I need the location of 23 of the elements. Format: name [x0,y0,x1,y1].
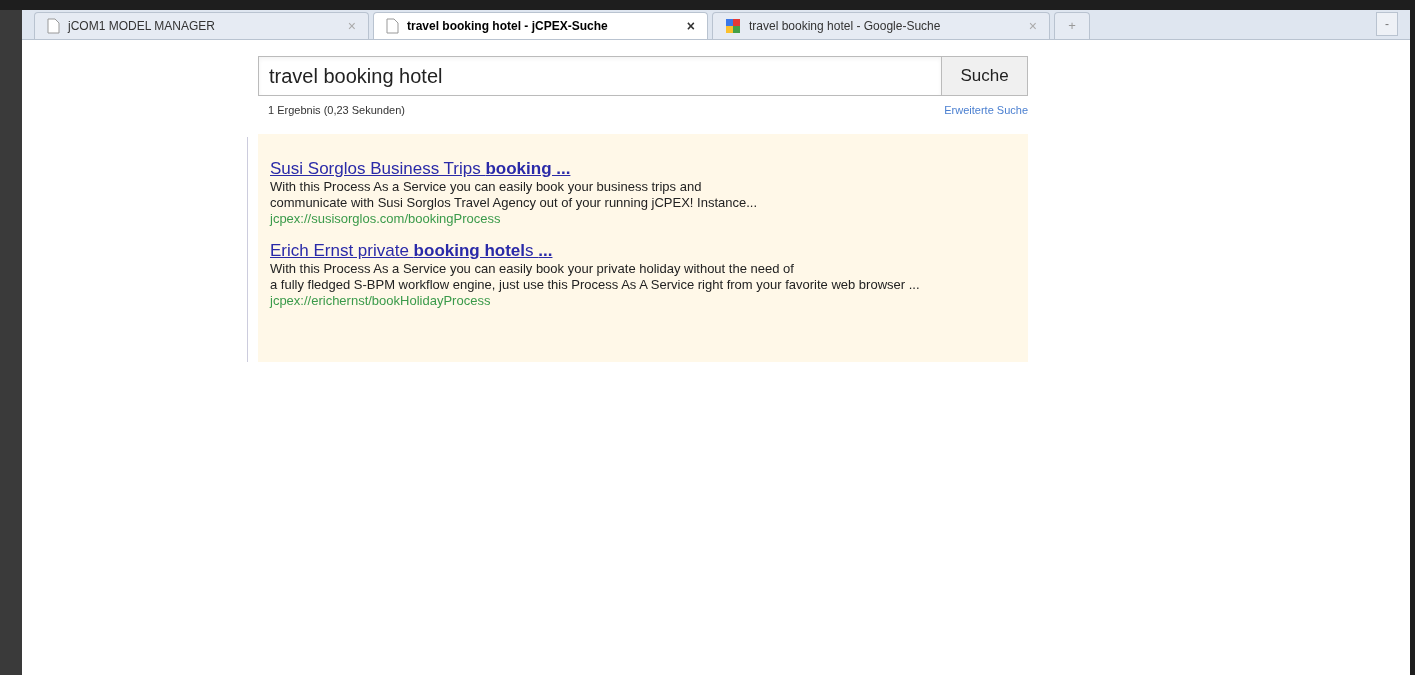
page-icon [47,18,60,34]
result-url: jcpex://erichernst/bookHolidayProcess [270,292,491,309]
result-description: With this Process As a Service you can easily book your private holiday without the need of [270,260,794,277]
result-title-link[interactable]: Susi Sorglos Business Trips booking ... [270,158,571,179]
tab-title: travel booking hotel - Google-Suche [749,18,942,35]
result-stats: 1 Ergebnis (0,23 Sekunden) [268,103,405,118]
advanced-search-link[interactable]: Erweiterte Suche [944,102,1028,119]
page-icon [386,18,399,34]
colorful-squares-icon [725,18,741,34]
browser-tab[interactable]: travel booking hotel - Google-Suche × [712,12,1050,39]
result-title-link[interactable]: Erich Ernst private booking hotels ... [270,240,553,261]
tab-title: jCOM1 MODEL MANAGER [68,18,216,35]
close-icon[interactable]: × [686,15,695,37]
result-url: jcpex://susisorglos.com/bookingProcess [270,210,501,227]
minimize-button[interactable]: - [1376,12,1398,36]
browser-tab[interactable]: travel booking hotel - jCPEX-Suche × [373,12,708,39]
result-description: a fully fledged S-BPM workflow engine, just use this Process As A Service right from your favorite web browser ... [270,276,920,293]
tab-title: travel booking hotel - jCPEX-Suche [407,18,609,35]
browser-tab[interactable]: jCOM1 MODEL MANAGER × [34,12,369,39]
result-description: With this Process As a Service you can easily book your business trips and [270,178,702,195]
search-button[interactable]: Suche [942,56,1028,96]
result-description: communicate with Susi Sorglos Travel Agency out of your running jCPEX! Instance... [270,194,758,211]
search-field[interactable]: travel booking hotel [258,56,942,96]
